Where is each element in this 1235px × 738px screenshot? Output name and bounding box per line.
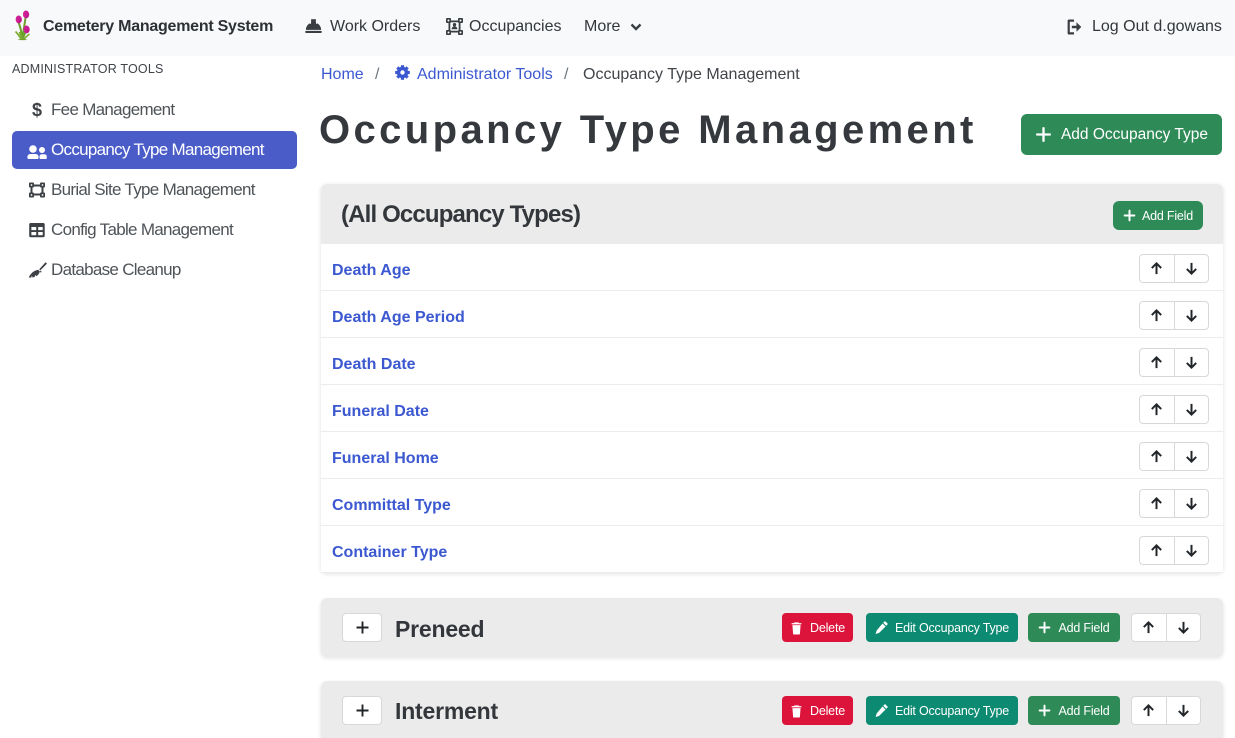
svg-text:$: $ [32, 101, 42, 119]
